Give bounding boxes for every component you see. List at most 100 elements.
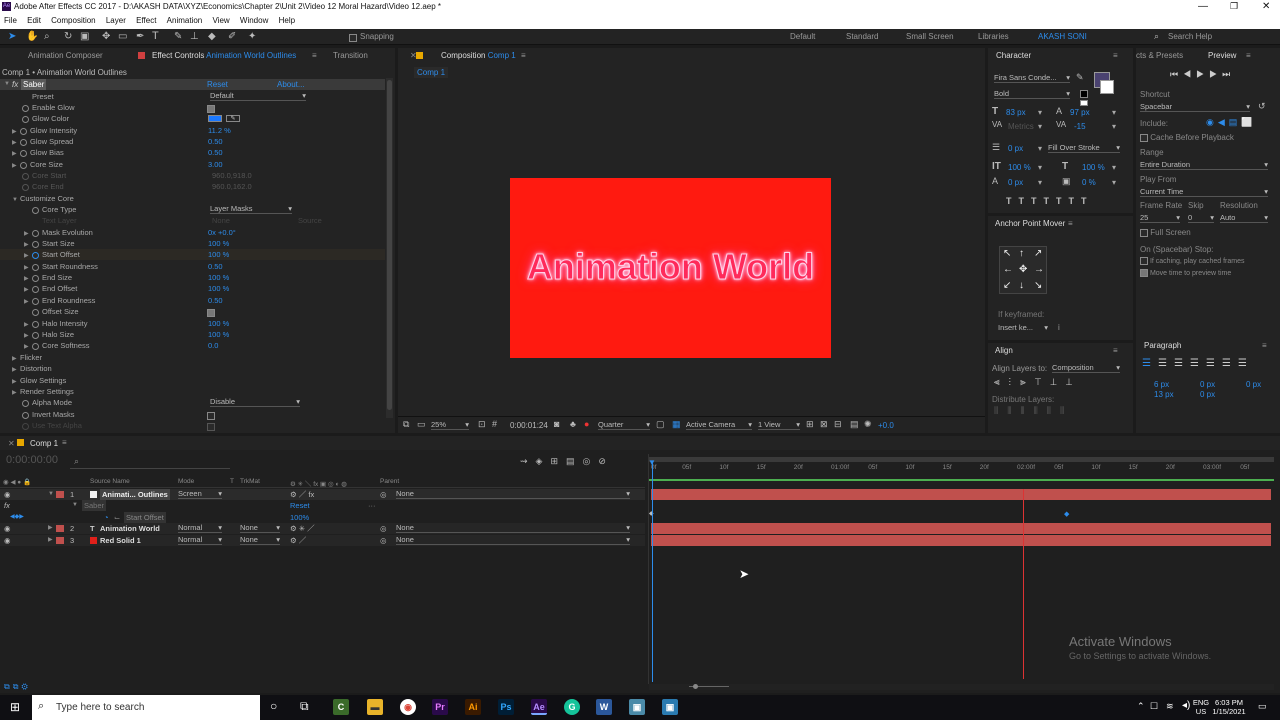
parent-pickwhip-icon[interactable]: ◎ [380, 535, 387, 546]
effect-expand-icon[interactable]: ▼ [72, 500, 78, 511]
glow-color-swatch[interactable] [208, 115, 222, 122]
layer-mode-2[interactable]: Normal ▾ [178, 523, 222, 533]
hand-tool-icon[interactable]: ✋ [26, 31, 38, 42]
move-time-checkbox[interactable]: Move time to preview time [1140, 269, 1231, 277]
end-roundness-value[interactable]: 0.50 [208, 295, 223, 306]
align-to-dropdown[interactable]: Composition ▾ [1052, 363, 1120, 373]
indent-first-value[interactable]: 0 px [1200, 380, 1215, 389]
stroke-width-value[interactable]: 0 px [1008, 144, 1023, 153]
transparency-grid-icon[interactable]: ▦ [672, 419, 681, 430]
file-explorer-icon[interactable]: ▬ [367, 699, 383, 715]
font-family-dropdown[interactable]: Fira Sans Conde... ▾ [994, 73, 1070, 83]
layer-trkmat-2[interactable]: None ▾ [240, 523, 280, 533]
tab-preview[interactable]: Preview [1208, 48, 1236, 64]
group-distortion[interactable]: ▶ Distortion [0, 363, 385, 374]
layer-trkmat-3[interactable]: None ▾ [240, 535, 280, 545]
distribute-buttons[interactable]: ⫴⫴⫴⫴⫴⫴ [994, 406, 1073, 417]
fast-preview-icon[interactable]: ⊟ [834, 419, 842, 430]
layer-bar-2[interactable] [651, 523, 1271, 534]
pan-behind-tool-icon[interactable]: ✥ [102, 31, 110, 42]
prop-customize-core[interactable]: ▼ Customize Core [0, 193, 385, 204]
leading-value[interactable]: 97 px [1070, 108, 1090, 117]
camera-tool-icon[interactable]: ▣ [80, 31, 89, 42]
anchor-top-icon[interactable]: ↑ [1019, 248, 1024, 259]
layer-switches-1[interactable]: ⚙ ／ fx [290, 489, 314, 500]
align-buttons[interactable]: ⫷⫶⫸⊤⊥⊥ [994, 377, 1081, 388]
preset-dropdown[interactable]: Default ▾ [210, 91, 306, 101]
premiere-icon[interactable]: Pr [432, 699, 448, 715]
rotate-tool-icon[interactable]: ↻ [64, 31, 72, 42]
timeline-bottom-icons[interactable]: ⧉⧉⚙ [4, 682, 31, 692]
about-link[interactable]: About... [277, 79, 305, 90]
halo-size-value[interactable]: 100 % [208, 329, 229, 340]
puppet-tool-icon[interactable]: ✦ [248, 31, 256, 42]
menu-effect[interactable]: Effect [136, 16, 156, 25]
text-style-buttons[interactable]: TTTTTTT [1006, 196, 1093, 206]
fx-icon[interactable]: fx [12, 79, 18, 90]
font-style-dropdown[interactable]: Bold ▾ [994, 89, 1070, 99]
group-render-settings[interactable]: ▶ Render Settings [0, 386, 385, 397]
preview-menu-icon[interactable]: ≡ [1246, 48, 1251, 64]
layer-mode-3[interactable]: Normal ▾ [178, 535, 222, 545]
text-tool-icon[interactable]: T [152, 30, 159, 42]
anchor-menu-icon[interactable]: ≡ [1068, 216, 1073, 232]
cache-before-playback[interactable]: Cache Before Playback [1140, 133, 1234, 142]
grammarly-icon[interactable]: G [564, 699, 580, 715]
playhead-handle-icon[interactable]: ▼ [648, 458, 656, 467]
layer-mode-1[interactable]: Screen ▾ [178, 489, 222, 499]
workspace-libraries[interactable]: Libraries [978, 32, 1009, 41]
comp-canvas[interactable]: Animation World [510, 178, 831, 358]
app-icon-1[interactable]: ▣ [629, 699, 645, 715]
group-glow-settings[interactable]: ▶ Glow Settings [0, 375, 385, 386]
tracking-value[interactable]: -15 [1074, 122, 1086, 131]
clock[interactable]: 6:03 PM 1/15/2021 [1206, 698, 1252, 716]
exposure-value[interactable]: +0.0 [878, 421, 894, 430]
anchor-top-left-icon[interactable]: ↖ [1003, 248, 1011, 259]
collapse-triangle-icon[interactable]: ▼ [4, 79, 10, 90]
menu-view[interactable]: View [212, 16, 229, 25]
clone-stamp-icon[interactable]: ⊥ [190, 31, 199, 42]
glow-spread-value[interactable]: 0.50 [208, 136, 223, 147]
timeline-close-icon[interactable]: ✕ [8, 439, 15, 448]
anchor-left-icon[interactable]: ← [1003, 264, 1013, 275]
tsume-value[interactable]: 0 % [1082, 178, 1096, 187]
tab-effect-controls[interactable]: Effect Controls Animation World Outlines [152, 48, 296, 64]
frame-rate-dropdown[interactable]: 25 ▾ [1140, 213, 1180, 223]
core-size-value[interactable]: 3.00 [208, 159, 223, 170]
menu-composition[interactable]: Composition [51, 16, 95, 25]
menu-help[interactable]: Help [279, 16, 295, 25]
eyedropper-icon[interactable]: ✎ [226, 115, 240, 122]
selection-tool-icon[interactable]: ➤ [8, 31, 16, 42]
restore-icon[interactable]: ❐ [1230, 0, 1238, 13]
prop-start-offset-tl-value[interactable]: 100% [290, 512, 309, 523]
layer-row-1[interactable]: ◉ ▼ 1 Animati... Outlines Screen ▾ ⚙ ／ fx… [0, 489, 645, 500]
timeline-tab[interactable]: Comp 1 [30, 439, 58, 448]
vertical-scale-value[interactable]: 100 % [1008, 163, 1031, 172]
effect-reset-link[interactable]: Reset [290, 500, 310, 511]
anchor-bottom-icon[interactable]: ↓ [1019, 280, 1024, 291]
menu-edit[interactable]: Edit [27, 16, 41, 25]
reset-link[interactable]: Reset [207, 79, 228, 90]
layer-switches-2[interactable]: ⚙ ✳ ／ [290, 523, 315, 534]
parent-pickwhip-icon[interactable]: ◎ [380, 523, 387, 534]
photoshop-icon[interactable]: Ps [498, 699, 514, 715]
snapping-checkbox[interactable] [349, 33, 357, 42]
layer-bar-1[interactable] [651, 489, 1271, 500]
layer-name-2[interactable]: Animation World [100, 523, 160, 534]
close-icon[interactable]: ✕ [1262, 0, 1270, 13]
paragraph-align-buttons[interactable]: ☰☰☰☰☰☰ [1158, 358, 1254, 369]
time-ruler[interactable]: 0f 05f 10f 15f 20f 01:00f 05f 10f 15f 20f 02:00f 05… [649, 464, 1274, 476]
rectangle-tool-icon[interactable]: ▭ [118, 31, 127, 42]
layer-name-3[interactable]: Red Solid 1 [100, 535, 141, 546]
after-effects-taskbar-icon[interactable]: Ae [531, 699, 547, 715]
layer-parent-3[interactable]: None ▾ [396, 535, 630, 545]
stroke-type-dropdown[interactable]: Fill Over Stroke ▾ [1048, 143, 1120, 153]
horizontal-scale-value[interactable]: 100 % [1082, 163, 1105, 172]
layer-parent-1[interactable]: None ▾ [396, 489, 630, 499]
expand-icon[interactable]: ▶ [48, 535, 53, 546]
layer-row-2[interactable]: ◉ ▶ 2 T Animation World Normal ▾ None ▾ ⚙ … [0, 523, 645, 534]
tab-effects-presets[interactable]: cts & Presets [1136, 48, 1183, 64]
pen-tool-icon[interactable]: ✒ [136, 31, 144, 42]
label-color[interactable] [56, 525, 64, 532]
label-color[interactable] [56, 491, 64, 498]
